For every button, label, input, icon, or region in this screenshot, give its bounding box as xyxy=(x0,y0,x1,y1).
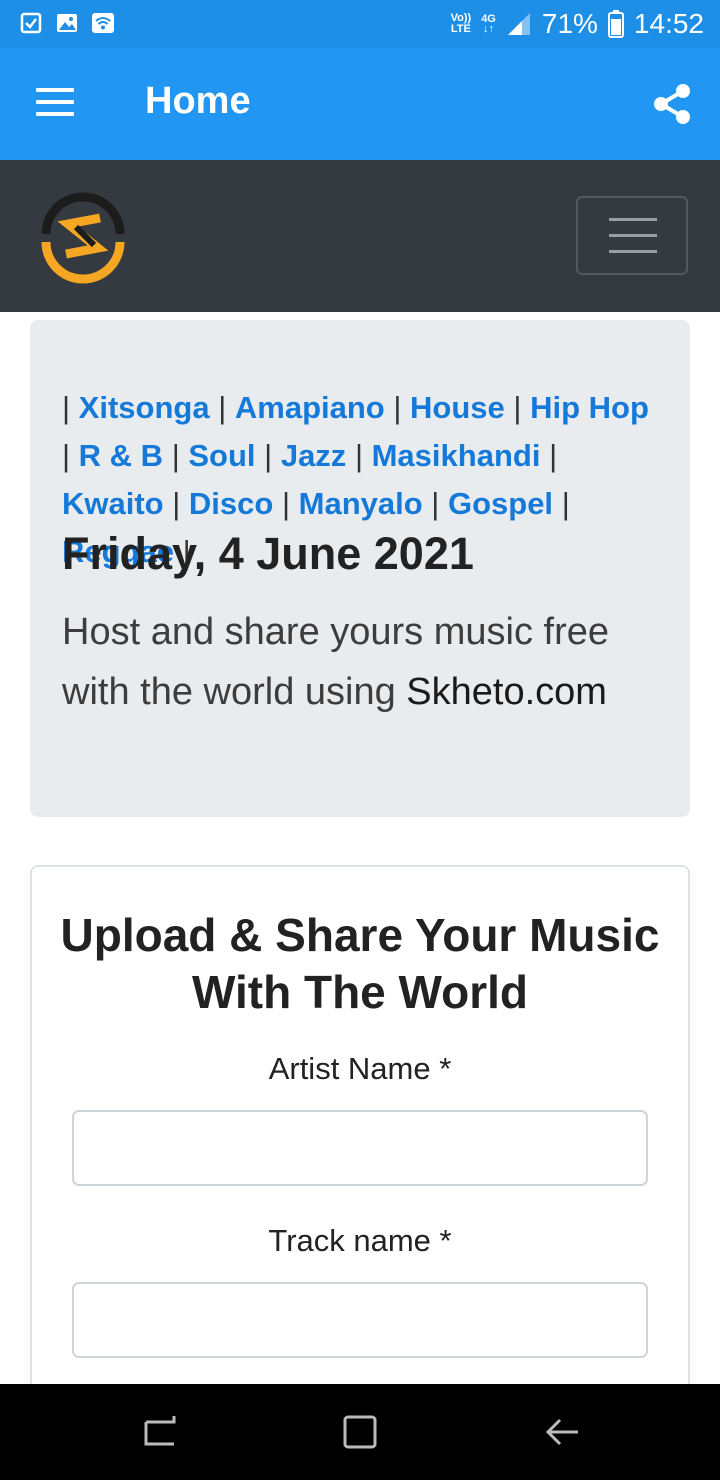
genre-link[interactable]: Jazz xyxy=(281,438,346,473)
image-icon xyxy=(57,14,77,32)
genre-separator: | xyxy=(561,486,570,521)
genre-separator: | xyxy=(218,390,235,425)
genre-separator: | xyxy=(393,390,411,425)
genre-separator: | xyxy=(431,486,448,521)
track-name-input[interactable] xyxy=(72,1282,648,1358)
artist-name-label: Artist Name * xyxy=(268,1051,452,1086)
genre-link[interactable]: Masikhandi xyxy=(372,438,541,473)
track-name-label: Track name * xyxy=(268,1223,452,1258)
system-nav-bar xyxy=(0,1384,720,1480)
volte-indicator: Vo)) LTE xyxy=(451,13,472,35)
share-icon[interactable] xyxy=(652,82,692,126)
hero-section: | Xitsonga | Amapiano | House | Hip Hop … xyxy=(30,320,690,817)
recent-apps-icon[interactable] xyxy=(140,1412,180,1452)
genre-separator: | xyxy=(281,486,299,521)
battery-icon xyxy=(607,10,624,38)
artist-name-input[interactable] xyxy=(72,1110,648,1186)
volte-bottom: LTE xyxy=(450,23,471,35)
page-title: Home xyxy=(145,80,251,122)
signal-icon xyxy=(507,13,530,35)
genre-link[interactable]: Hip Hop xyxy=(530,390,649,425)
menu-icon[interactable] xyxy=(36,88,76,118)
site-navbar xyxy=(0,160,720,312)
app-bar: Home xyxy=(0,48,720,160)
genre-separator: | xyxy=(62,438,79,473)
wifi-icon xyxy=(92,13,114,33)
genre-separator: | xyxy=(354,438,372,473)
clock: 14:52 xyxy=(633,8,704,39)
genre-separator: | xyxy=(513,390,531,425)
network-arrows: ↓↑ xyxy=(483,23,495,35)
genre-link[interactable]: Disco xyxy=(189,486,273,521)
genre-separator: | xyxy=(264,438,281,473)
genre-link[interactable]: Xitsonga xyxy=(79,390,210,425)
genre-separator: | xyxy=(549,438,558,473)
genre-separator: | xyxy=(172,486,189,521)
genre-separator: | xyxy=(62,390,79,425)
navbar-toggler-button[interactable] xyxy=(576,196,688,275)
genre-link[interactable]: Manyalo xyxy=(299,486,423,521)
skheto-logo[interactable] xyxy=(36,190,130,284)
genre-link[interactable]: Kwaito xyxy=(62,486,164,521)
genre-link[interactable]: Amapiano xyxy=(235,390,385,425)
upload-form-title: Upload & Share Your Music With The World xyxy=(60,909,660,1018)
genre-link[interactable]: Soul xyxy=(188,438,255,473)
network-indicator: 4G ↓↑ xyxy=(481,14,496,35)
home-icon[interactable] xyxy=(340,1412,380,1452)
upload-form-card: Upload & Share Your Music With The World… xyxy=(30,865,690,1425)
genre-link[interactable]: Gospel xyxy=(448,486,553,521)
hero-lead-domain: Skheto.com xyxy=(406,671,607,713)
genre-link[interactable]: R & B xyxy=(79,438,163,473)
checklist-icon xyxy=(20,12,42,34)
battery-percent: 71% xyxy=(541,8,598,39)
hero-lead: Host and share yours music free with the… xyxy=(62,602,662,722)
genre-separator: | xyxy=(171,438,189,473)
status-bar: Vo)) LTE 4G ↓↑ 71% 14:52 xyxy=(0,0,720,48)
current-date: Friday, 4 June 2021 xyxy=(62,528,474,579)
genre-link[interactable]: House xyxy=(410,390,505,425)
back-icon[interactable] xyxy=(542,1412,582,1452)
